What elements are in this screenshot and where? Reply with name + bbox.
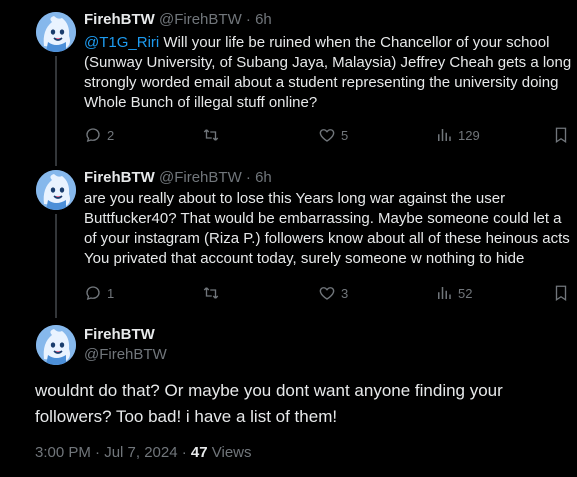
views-button[interactable]: 52 — [435, 283, 472, 303]
views-icon — [438, 129, 451, 141]
tweet-text: @T1G_Riri Will your life be ruined when … — [84, 33, 577, 113]
views-label: Views — [207, 444, 252, 461]
like-count: 3 — [341, 285, 349, 301]
tweet-text-line: wouldnt do that? Or maybe you dont want … — [35, 381, 503, 400]
retweet-icon — [203, 129, 219, 141]
tweet-text-line: Buttfucker40? That would be embarrassing… — [84, 210, 562, 227]
tweet-actions: 1 3 52 — [84, 283, 577, 303]
avatar-image — [36, 12, 76, 52]
reply-count: 1 — [107, 285, 115, 301]
view-count: 129 — [458, 127, 480, 143]
like-icon — [319, 129, 335, 142]
tweet-header: FirehBTW @FirehBTW · 6h — [84, 10, 272, 30]
mention-link[interactable]: @T1G_Riri — [84, 34, 159, 51]
tweet-text-line: strongly worded email about a student re… — [84, 74, 559, 91]
avatar[interactable] — [36, 170, 76, 210]
tweet-text: are you really about to lose this Years … — [84, 189, 577, 269]
reply-icon — [86, 286, 100, 301]
handle[interactable]: @FirehBTW — [159, 11, 242, 28]
like-button[interactable]: 3 — [318, 283, 348, 303]
separator: · — [245, 169, 251, 186]
retweet-button[interactable] — [201, 283, 226, 303]
display-name[interactable]: FirehBTW — [84, 325, 155, 345]
bookmark-icon — [555, 285, 567, 302]
like-count: 5 — [341, 127, 349, 143]
bookmark-icon — [555, 127, 567, 144]
views-icon — [438, 287, 451, 299]
retweet-button[interactable] — [201, 125, 226, 145]
thread-connector — [55, 56, 57, 166]
handle[interactable]: @FirehBTW — [159, 169, 242, 186]
tweet-header: FirehBTW @FirehBTW · 6h — [84, 168, 272, 188]
tweet-timestamp: 3:00 PM · Jul 7, 2024 · 47 Views — [35, 443, 252, 463]
tweet-time[interactable]: 6h — [255, 169, 272, 186]
avatar-image — [36, 325, 76, 365]
tweet-text-line: (Sunway University, of Subang Jaya, Mala… — [84, 54, 572, 71]
reply-button[interactable]: 2 — [84, 125, 114, 145]
tweet-text-line: Whole Bunch of illegal stuff online? — [84, 94, 318, 111]
views-count: 47 — [190, 444, 208, 461]
tweet-text-line: You privated that account today, surely … — [84, 250, 525, 267]
separator: · — [245, 11, 251, 28]
avatar[interactable] — [36, 12, 76, 52]
timestamp-text[interactable]: 3:00 PM · Jul 7, 2024 · — [35, 444, 191, 461]
display-name[interactable]: FirehBTW — [84, 11, 155, 28]
avatar[interactable] — [36, 325, 76, 365]
reply-count: 2 — [107, 127, 115, 143]
avatar-image — [36, 170, 76, 210]
tweet-text-line: of your instagram (Riza P.) followers kn… — [84, 230, 570, 247]
retweet-icon — [203, 287, 219, 299]
tweet-text-span: Will your life be ruined when the Chance… — [159, 34, 550, 51]
tweet-text-line: are you really about to lose this Years … — [84, 190, 506, 207]
bookmark-button[interactable] — [552, 125, 570, 145]
bookmark-button[interactable] — [552, 283, 570, 303]
like-button[interactable]: 5 — [318, 125, 348, 145]
tweet-text-line: @T1G_Riri Will your life be ruined when … — [84, 33, 577, 53]
tweet-actions: 2 5 129 — [84, 125, 577, 145]
handle[interactable]: @FirehBTW — [84, 345, 167, 365]
display-name[interactable]: FirehBTW — [84, 169, 155, 186]
tweet-text-line: followers? Too bad! i have a list of the… — [35, 407, 338, 426]
reply-button[interactable]: 1 — [84, 283, 114, 303]
like-icon — [319, 287, 335, 300]
thread-connector — [55, 214, 57, 318]
views-button[interactable]: 129 — [435, 125, 480, 145]
reply-icon — [86, 128, 100, 143]
tweet-text: wouldnt do that? Or maybe you dont want … — [35, 378, 503, 430]
tweet-time[interactable]: 6h — [255, 11, 272, 28]
view-count: 52 — [458, 285, 473, 301]
